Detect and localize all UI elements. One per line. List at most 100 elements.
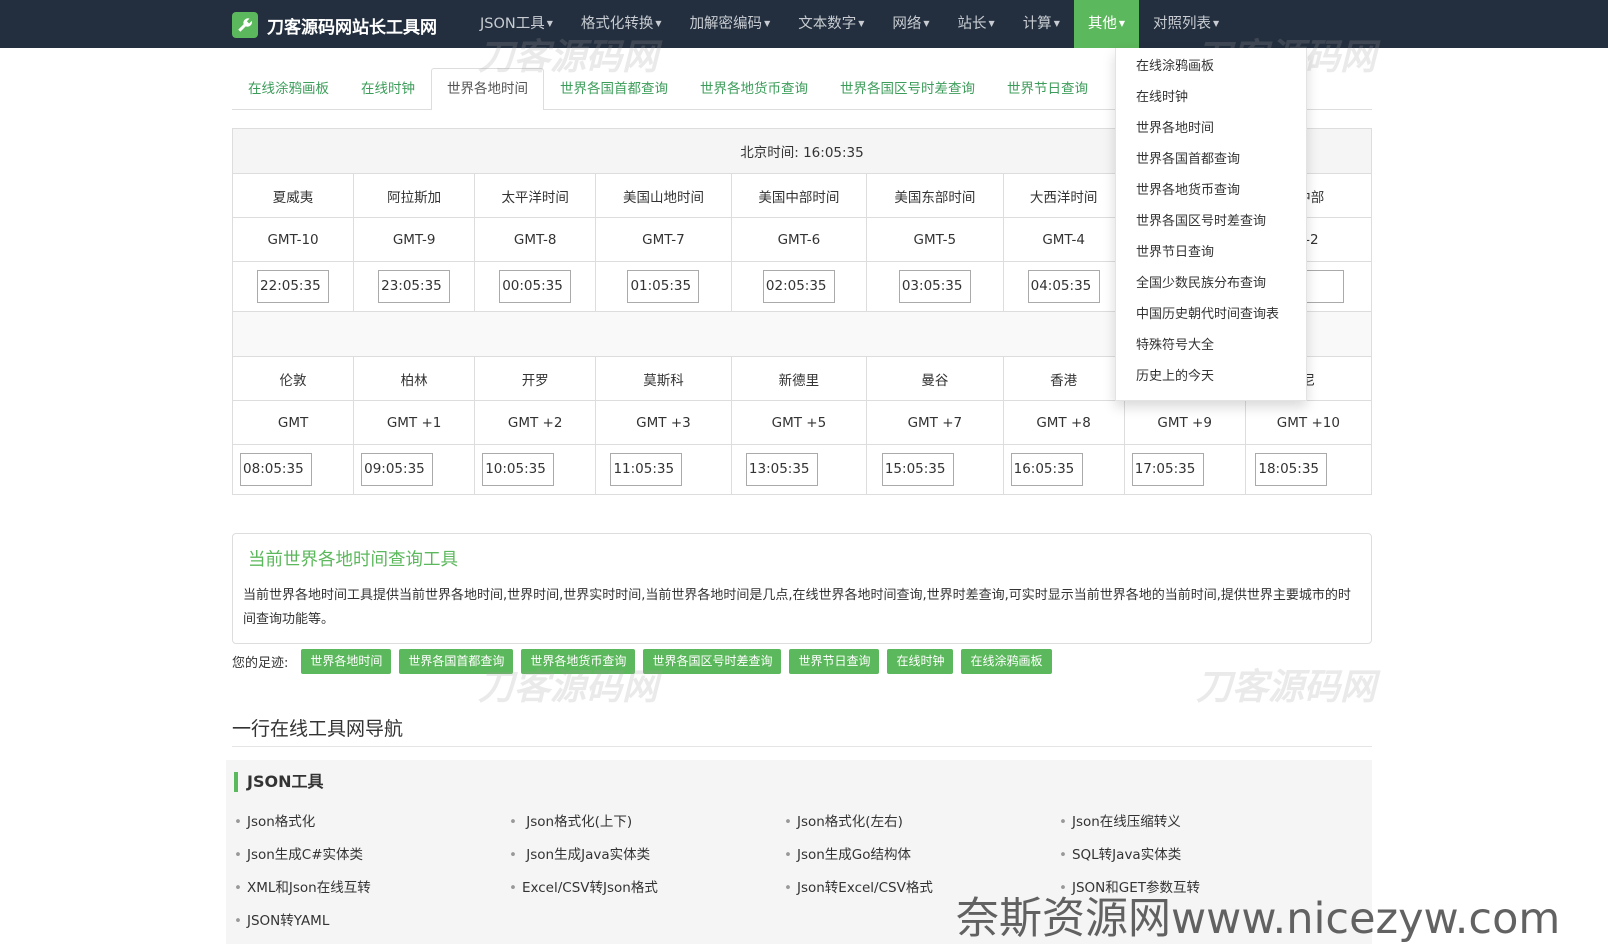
footprint-badge[interactable]: 世界各地时间	[301, 648, 392, 674]
nav-item-0[interactable]: JSON工具 ▼	[466, 0, 567, 48]
city-name: 柏林	[353, 356, 476, 401]
dropdown-item[interactable]: 在线涂鸦画板	[1116, 54, 1306, 85]
dropdown-item[interactable]: 特殊符号大全	[1116, 333, 1306, 364]
time-cell: 23:05:35	[353, 261, 476, 312]
time-input[interactable]: 10:05:35	[482, 453, 555, 486]
bullet-icon: •	[234, 847, 242, 863]
city-name: 夏威夷	[231, 173, 355, 218]
nav-item-6[interactable]: 计算 ▼	[1009, 0, 1074, 48]
city-name: 美国东部时间	[866, 173, 1004, 218]
dropdown-item[interactable]: 中国历史朝代时间查询表	[1116, 302, 1306, 333]
footprint-badge[interactable]: 在线时钟	[887, 648, 954, 674]
time-input[interactable]: 03:05:35	[898, 270, 971, 303]
json-tool-label: Json生成Go结构体	[796, 847, 912, 863]
bullet-icon: •	[509, 847, 517, 863]
json-tool-link[interactable]: • Json在线压缩转义	[1059, 812, 1334, 832]
time-input[interactable]: 01:05:35	[627, 270, 700, 303]
bullet-icon: •	[784, 880, 792, 896]
time-input[interactable]: 18:05:35	[1255, 453, 1328, 486]
json-tool-link[interactable]: • Excel/CSV转Json格式	[509, 878, 784, 898]
json-tool-link[interactable]: • Json格式化	[234, 812, 509, 832]
brand-name: 刀客源码网站长工具网	[267, 17, 437, 38]
dropdown-item[interactable]: 在线时钟	[1116, 85, 1306, 116]
json-tool-link[interactable]: • Json格式化(左右)	[784, 812, 1059, 832]
time-input[interactable]: 08:05:35	[240, 453, 313, 486]
dropdown-item[interactable]: 世界各国区号时差查询	[1116, 209, 1306, 240]
nav-menu: JSON工具 ▼ 格式化转换 ▼ 加解密编码 ▼ 文本数字 ▼ 网络 ▼ 站长 ▼ 计算 ▼ 其他 ▼ 对照列表…	[466, 0, 1233, 48]
json-tool-link[interactable]: • JSON转YAML	[234, 911, 509, 931]
footprint-badge[interactable]: 世界各地货币查询	[521, 648, 636, 674]
nav-item-2[interactable]: 加解密编码 ▼	[676, 0, 785, 48]
json-tools-panel: JSON工具 • Json格式化 • Json格式化(上下) • Json格式化(左右)…	[226, 760, 1372, 944]
tab-3[interactable]: 世界各国首都查询	[544, 68, 684, 109]
bullet-icon: •	[234, 814, 242, 830]
divider	[232, 746, 1372, 747]
json-tool-link[interactable]: • SQL转Java实体类	[1059, 845, 1334, 865]
json-tool-link[interactable]: • Json生成C#实体类	[234, 845, 509, 865]
dropdown-item[interactable]: 历史上的今天	[1116, 364, 1306, 395]
dropdown-item[interactable]: 世界节日查询	[1116, 240, 1306, 271]
json-tool-link[interactable]: • Json生成Go结构体	[784, 845, 1059, 865]
bullet-icon: •	[234, 913, 242, 929]
description-text: 当前世界各地时间工具提供当前世界各地时间,世界时间,世界实时时间,当前世界各地时…	[243, 588, 1351, 627]
json-tool-label: JSON转YAML	[246, 913, 330, 929]
tab-2[interactable]: 世界各地时间	[431, 68, 544, 110]
nav-item-label: 站长	[957, 16, 987, 32]
nav-item-3[interactable]: 文本数字 ▼	[784, 0, 878, 48]
time-input[interactable]: 09:05:35	[361, 453, 434, 486]
time-input[interactable]: 16:05:35	[1010, 453, 1083, 486]
time-input[interactable]: 15:05:35	[881, 453, 954, 486]
time-cell: 08:05:35	[231, 444, 355, 495]
tab-5[interactable]: 世界各国区号时差查询	[824, 68, 991, 109]
json-tool-label: Excel/CSV转Json格式	[521, 880, 658, 896]
time-input[interactable]: 04:05:35	[1027, 270, 1100, 303]
time-input[interactable]: 02:05:35	[762, 270, 835, 303]
time-cell: 15:05:35	[866, 444, 1004, 495]
time-input[interactable]: 11:05:35	[610, 453, 683, 486]
footprint-badge[interactable]: 在线涂鸦画板	[961, 648, 1052, 674]
json-tool-label: Json格式化(左右)	[796, 814, 903, 830]
json-tool-label: Json格式化(上下)	[521, 814, 633, 830]
footprint-badge[interactable]: 世界各国区号时差查询	[643, 648, 782, 674]
bullet-icon: •	[1059, 847, 1067, 863]
footprint-badge[interactable]: 世界各国首都查询	[399, 648, 514, 674]
brand-logo[interactable]: 刀客源码网站长工具网	[232, 12, 437, 38]
nav-item-7[interactable]: 其他 ▼	[1073, 0, 1139, 48]
dropdown-item[interactable]: 世界各国首都查询	[1116, 147, 1306, 178]
nav-item-label: JSON工具	[480, 16, 545, 32]
caret-down-icon: ▼	[858, 19, 865, 28]
json-tool-link[interactable]: • XML和Json在线互转	[234, 878, 509, 898]
nav-item-4[interactable]: 网络 ▼	[878, 0, 943, 48]
dropdown-item[interactable]: 世界各地时间	[1116, 116, 1306, 147]
time-input[interactable]: 17:05:35	[1131, 453, 1204, 486]
json-tool-link[interactable]: • Json生成Java实体类	[509, 845, 784, 865]
description-title: 当前世界各地时间查询工具	[248, 550, 458, 570]
time-cell: 22:05:35	[231, 261, 355, 312]
gmt-offset: GMT +1	[353, 400, 476, 445]
json-tool-link[interactable]: • Json格式化(上下)	[509, 812, 784, 832]
tab-0[interactable]: 在线涂鸦画板	[232, 68, 345, 109]
nav-item-label: 其他	[1087, 16, 1117, 32]
tab-1[interactable]: 在线时钟	[345, 68, 431, 109]
time-input[interactable]: 23:05:35	[378, 270, 451, 303]
json-tool-label: SQL转Java实体类	[1071, 847, 1182, 863]
time-input[interactable]: 13:05:35	[745, 453, 818, 486]
time-input[interactable]: 22:05:35	[257, 270, 330, 303]
dropdown-item[interactable]: 世界各地货币查询	[1116, 178, 1306, 209]
gmt-offset: GMT-4	[1002, 217, 1125, 262]
footprint-badge[interactable]: 世界节日查询	[789, 648, 880, 674]
tab-6[interactable]: 世界节日查询	[991, 68, 1104, 109]
time-input[interactable]: 00:05:35	[499, 270, 572, 303]
time-cell: 02:05:35	[730, 261, 868, 312]
caret-down-icon: ▼	[1213, 19, 1220, 28]
dropdown-item[interactable]: 全国少数民族分布查询	[1116, 271, 1306, 302]
nav-item-label: 加解密编码	[689, 16, 763, 32]
tab-4[interactable]: 世界各地货币查询	[684, 68, 824, 109]
json-tool-link[interactable]: • JSON和GET参数互转	[1059, 878, 1334, 898]
json-tool-link[interactable]: • Json转Excel/CSV格式	[784, 878, 1059, 898]
nav-item-5[interactable]: 站长 ▼	[944, 0, 1009, 48]
gmt-offset: GMT +9	[1123, 400, 1246, 445]
nav-item-1[interactable]: 格式化转换 ▼	[567, 0, 676, 48]
nav-item-8[interactable]: 对照列表 ▼	[1139, 0, 1233, 48]
gmt-offset: GMT-5	[866, 217, 1004, 262]
